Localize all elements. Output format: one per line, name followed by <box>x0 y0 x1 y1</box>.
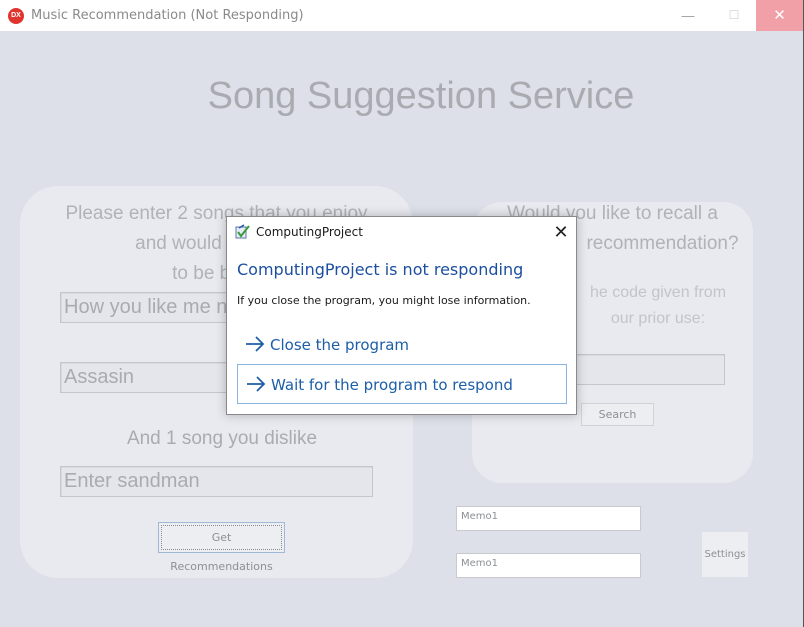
dislike-label: And 1 song you dislike <box>126 428 318 449</box>
settings-button[interactable]: Settings <box>702 532 748 577</box>
minimize-button[interactable]: — <box>665 0 711 31</box>
focus-rectangle <box>161 525 282 550</box>
page-title: Song Suggestion Service <box>207 75 635 117</box>
application-check-icon <box>235 224 250 239</box>
wait-for-program-option[interactable]: Wait for the program to respond <box>237 364 567 404</box>
arrow-right-icon <box>247 376 266 392</box>
search-button[interactable]: Search <box>581 403 654 426</box>
disliked-song-input[interactable]: Enter sandman <box>60 466 373 497</box>
dialog-heading: ComputingProject is not responding <box>237 260 524 279</box>
arrow-right-icon <box>246 336 265 352</box>
not-responding-dialog: ComputingProject ✕ ComputingProject is n… <box>226 216 577 415</box>
dialog-close-button[interactable]: ✕ <box>549 221 573 243</box>
memo2-textarea[interactable]: Memo1 <box>456 553 641 578</box>
dialog-message: If you close the program, you might lose… <box>237 294 531 307</box>
close-program-option[interactable]: Close the program <box>237 325 567 365</box>
close-window-button[interactable]: ✕ <box>756 0 803 31</box>
dialog-titlebar[interactable]: ComputingProject ✕ <box>227 217 576 247</box>
window-titlebar[interactable]: DX Music Recommendation (Not Responding)… <box>0 0 803 31</box>
dialog-title: ComputingProject <box>256 225 363 239</box>
close-program-label: Close the program <box>270 336 410 354</box>
window-title: Music Recommendation (Not Responding) <box>31 8 304 23</box>
memo1-textarea[interactable]: Memo1 <box>456 506 641 531</box>
app-icon: DX <box>8 8 24 24</box>
wait-for-program-label: Wait for the program to respond <box>271 376 513 394</box>
get-recommendations-button[interactable]: Get Recommendations <box>158 522 285 573</box>
maximize-button[interactable]: ☐ <box>711 0 757 31</box>
